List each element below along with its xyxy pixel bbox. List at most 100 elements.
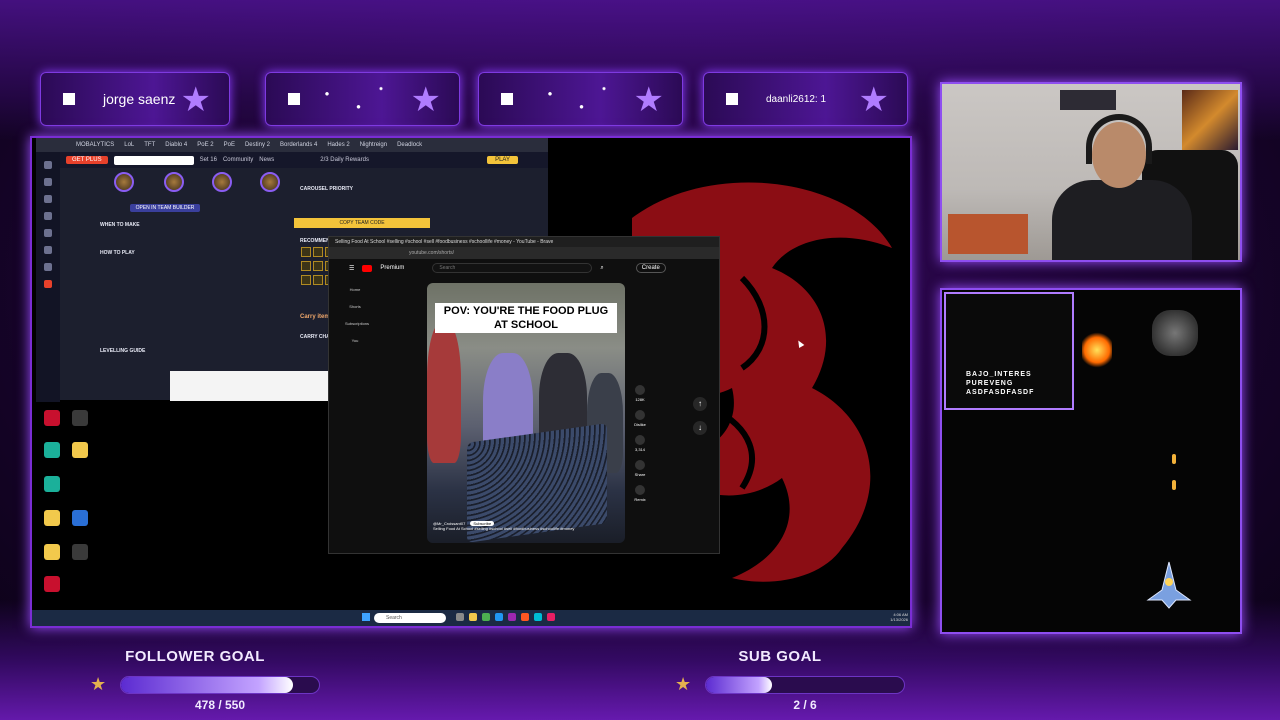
youtube-logo-icon[interactable]	[362, 264, 373, 272]
levelling-guide-heading: LEVELLING GUIDE	[100, 348, 146, 354]
taskbar-clock[interactable]: 4:06 AM 1/13/2026	[890, 612, 908, 622]
champion-portrait[interactable]	[212, 172, 232, 192]
how-to-play-heading: HOW TO PLAY	[100, 250, 135, 256]
desktop-icon[interactable]	[68, 510, 92, 528]
alert-bar-4: daanli2612: 1 ★	[703, 72, 908, 126]
tab-borderlands[interactable]: Borderlands 4	[280, 142, 317, 148]
remix-button[interactable]: Remix	[631, 485, 649, 502]
taskbar: Search 4:06 AM 1/13/2026	[32, 610, 910, 626]
taskbar-search[interactable]: Search	[374, 613, 446, 623]
desktop-icon[interactable]	[40, 576, 64, 594]
arrow-down-icon[interactable]: ↓	[693, 421, 707, 435]
desktop-icon[interactable]	[40, 476, 64, 494]
video-caption: POV: YOU'RE THE FOOD PLUG AT SCHOOL	[435, 303, 617, 333]
sidebar-item-subscriptions[interactable]: Subscriptions	[345, 321, 369, 326]
search-icon[interactable]: ⌕	[600, 265, 603, 272]
tab-poe2[interactable]: PoE 2	[197, 142, 213, 148]
open-team-builder-button[interactable]: OPEN IN TEAM BUILDER	[130, 204, 200, 212]
sub-progress-fill	[706, 677, 772, 693]
folder-icon[interactable]	[40, 544, 64, 562]
star-icon: ★	[858, 81, 889, 119]
short-video-player[interactable]: POV: YOU'RE THE FOOD PLUG AT SCHOOL @Mr_…	[427, 283, 625, 543]
address-bar[interactable]: youtube.com/shorts/	[329, 247, 719, 259]
windows-start-icon[interactable]	[362, 613, 370, 621]
tab-diablo[interactable]: Diablo 4	[165, 142, 187, 148]
sidebar-item-you[interactable]: You	[345, 338, 365, 343]
menu-icon[interactable]: ☰	[349, 265, 354, 272]
star-icon: ★	[410, 81, 441, 119]
taskbar-app-icon[interactable]	[456, 613, 464, 621]
tab-deadlock[interactable]: Deadlock	[397, 142, 422, 148]
carousel-priority-heading: CAROUSEL PRIORITY	[300, 186, 353, 192]
taskbar-app-icon[interactable]	[508, 613, 516, 621]
youtube-search-input[interactable]: Search	[432, 263, 593, 273]
sidebar-item-home[interactable]: Home	[345, 287, 365, 292]
alert-bar-3: ★	[478, 72, 683, 126]
taskbar-app-icon[interactable]	[495, 613, 503, 621]
tft-sidebar	[36, 152, 60, 402]
follower-progress-fill	[121, 677, 294, 693]
sidebar-icon[interactable]	[44, 229, 52, 237]
like-button[interactable]: 128K	[631, 385, 649, 402]
community-link[interactable]: Community	[223, 157, 253, 163]
tab-poe[interactable]: PoE	[224, 142, 235, 148]
share-button[interactable]: Share	[631, 460, 649, 477]
when-to-make-heading: WHEN TO MAKE	[100, 222, 140, 228]
tft-search-input[interactable]	[113, 155, 194, 165]
desktop-icon[interactable]	[68, 410, 92, 428]
taskbar-apps	[456, 613, 555, 621]
sparkle-dots	[309, 73, 399, 125]
sub-goal: SUB GOAL ★ 2 / 6	[635, 640, 925, 716]
champion-portrait[interactable]	[260, 172, 280, 192]
wall-poster	[1060, 90, 1116, 110]
tab-destiny[interactable]: Destiny 2	[245, 142, 270, 148]
play-button[interactable]: PLAY	[487, 156, 518, 164]
taskbar-app-icon[interactable]	[482, 613, 490, 621]
headphones-icon	[1086, 114, 1152, 164]
tab-nightreign[interactable]: Nightreign	[360, 142, 387, 148]
champion-portrait[interactable]	[114, 172, 134, 192]
desktop-icon[interactable]	[40, 410, 64, 428]
taskbar-app-icon[interactable]	[547, 613, 555, 621]
sidebar-icon[interactable]	[44, 246, 52, 254]
alert-name: jorge saenz	[103, 91, 176, 107]
tab-tft[interactable]: TFT	[144, 142, 155, 148]
taskbar-app-icon[interactable]	[521, 613, 529, 621]
wall-poster	[1182, 90, 1238, 150]
diamond-icon	[495, 87, 519, 111]
tab-hades[interactable]: Hades 2	[327, 142, 349, 148]
copy-team-code-button[interactable]: COPY TEAM CODE	[294, 218, 430, 228]
tab-lol[interactable]: LoL	[124, 142, 134, 148]
follower-goal-title: FOLLOWER GOAL	[125, 648, 265, 665]
desktop-screen: MOBALYTICS LoL TFT Diablo 4 PoE 2 PoE De…	[30, 136, 912, 628]
comments-button[interactable]: 3,314	[631, 435, 649, 452]
folder-icon[interactable]	[40, 510, 64, 528]
get-plus-button[interactable]: GET PLUS	[66, 156, 108, 164]
follower-progress-bar	[120, 676, 320, 694]
desktop-icon[interactable]	[68, 544, 92, 562]
sidebar-icon[interactable]	[44, 280, 52, 288]
video-person	[427, 323, 461, 463]
dislike-button[interactable]: Dislike	[631, 410, 649, 427]
sidebar-icon[interactable]	[44, 178, 52, 186]
taskbar-app-icon[interactable]	[534, 613, 542, 621]
webcam-feed	[940, 82, 1242, 262]
taskbar-app-icon[interactable]	[469, 613, 477, 621]
sidebar-icon[interactable]	[44, 161, 52, 169]
desktop-icon[interactable]	[40, 442, 64, 460]
sidebar-item-shorts[interactable]: Shorts	[345, 304, 365, 309]
streamer-body	[1052, 180, 1192, 260]
create-button[interactable]: Create	[635, 263, 666, 273]
video-meta: @Mr_Croissant07 Subscribe Selling Food A…	[433, 521, 574, 531]
daily-rewards[interactable]: 2/3 Daily Rewards	[320, 157, 369, 163]
set-link[interactable]: Set 16	[200, 157, 217, 163]
champion-portrait[interactable]	[164, 172, 184, 192]
tab-mobalytics[interactable]: MOBALYTICS	[76, 142, 114, 148]
bullet	[1172, 480, 1176, 490]
arrow-up-icon[interactable]: ↑	[693, 397, 707, 411]
folder-icon[interactable]	[68, 442, 92, 460]
sidebar-icon[interactable]	[44, 212, 52, 220]
news-link[interactable]: News	[259, 157, 274, 163]
sidebar-icon[interactable]	[44, 263, 52, 271]
sidebar-icon[interactable]	[44, 195, 52, 203]
